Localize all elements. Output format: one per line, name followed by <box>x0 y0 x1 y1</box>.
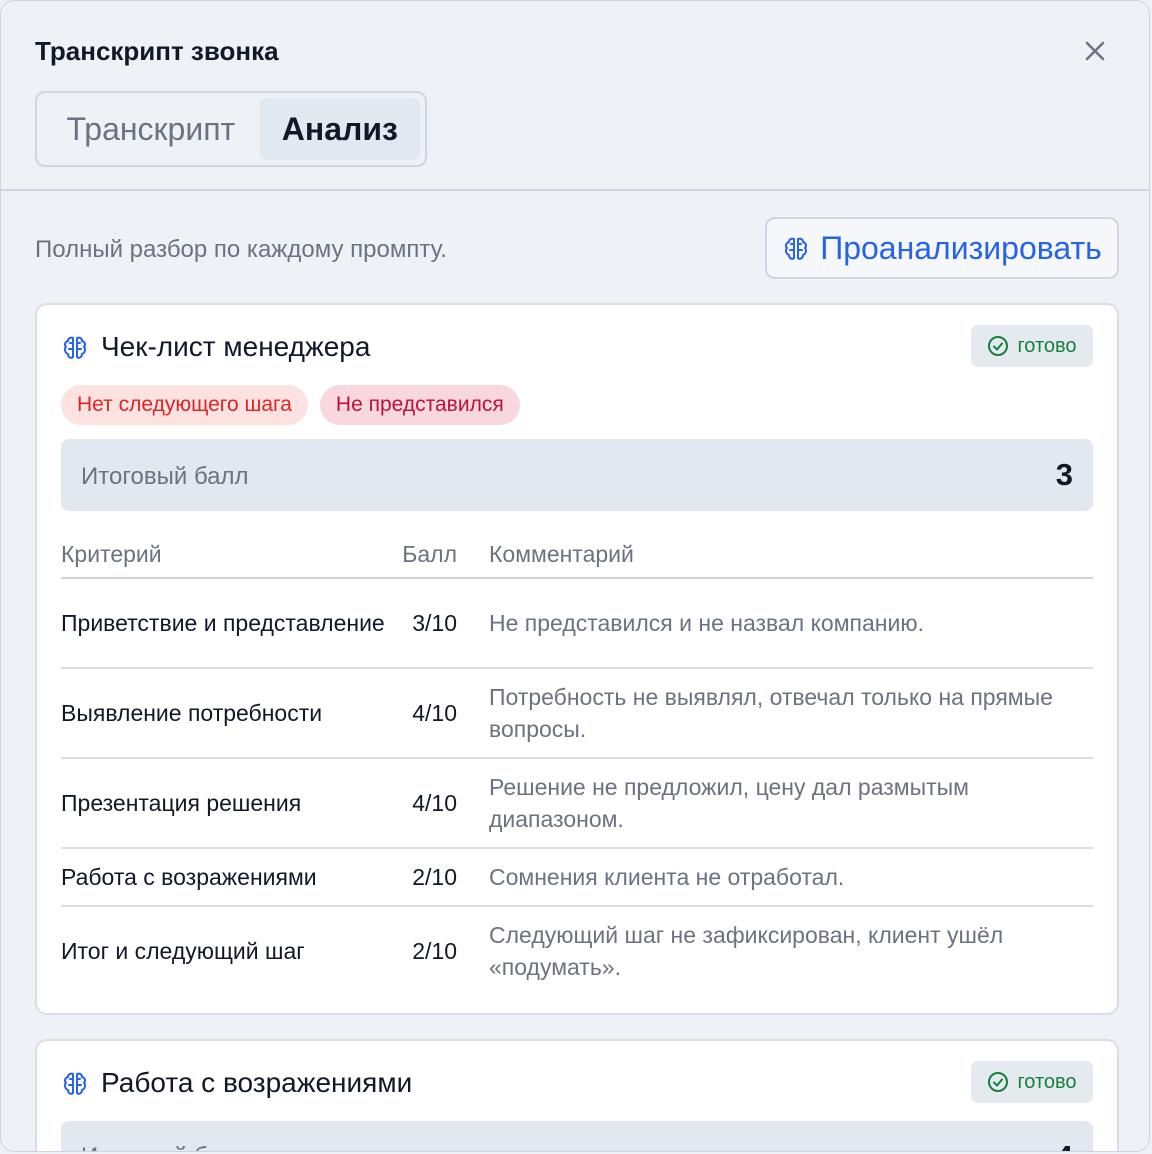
criterion-cell: Презентация решения <box>61 758 391 849</box>
analysis-content: Полный разбор по каждому промпту. Проана… <box>1 191 1149 1151</box>
check-circle-icon <box>988 1072 1009 1092</box>
issue-chip: Не представился <box>319 385 520 425</box>
comment-header: Комментарий <box>457 531 1093 579</box>
close-button[interactable] <box>1079 35 1111 67</box>
score-cell: 4/10 <box>391 668 457 759</box>
comment-cell: Решение не предложил, цену дал размытым … <box>457 758 1093 849</box>
criteria-table: Критерий Балл Комментарий Приветствие и … <box>61 531 1093 995</box>
score-cell: 2/10 <box>391 848 457 907</box>
analyze-button[interactable]: Проанализировать <box>765 217 1119 279</box>
check-circle-icon <box>988 336 1009 356</box>
table-row: Итог и следующий шаг 2/10 Следующий шаг … <box>61 906 1093 995</box>
modal-title: Транскрипт звонка <box>35 36 279 66</box>
status-badge: готово <box>971 325 1093 367</box>
issue-flags: Нет следующего шага Не представился <box>61 385 520 425</box>
comment-cell: Потребность не выявлял, отвечал только н… <box>457 668 1093 759</box>
table-row: Приветствие и представление 3/10 Не пред… <box>61 578 1093 669</box>
table-row: Работа с возражениями 2/10 Сомнения клие… <box>61 848 1093 907</box>
card-title: Чек-лист менеджера <box>101 331 371 362</box>
criterion-cell: Итог и следующий шаг <box>61 938 305 964</box>
issue-chip: Нет следующего шага <box>61 385 308 425</box>
card-title-row: Работа с возражениями <box>61 1067 412 1099</box>
total-score-label: Итоговый балл <box>81 1143 249 1151</box>
analyze-button-label: Проанализировать <box>820 229 1102 266</box>
status-label: готово <box>1017 334 1077 357</box>
modal-header: Транскрипт звонка Транскрипт Анализ <box>1 1 1149 191</box>
tab-transcript[interactable]: Транскрипт <box>42 98 260 160</box>
analysis-subtitle: Полный разбор по каждому промпту. <box>35 236 447 263</box>
criterion-header: Критерий <box>61 531 391 579</box>
score-cell: 4/10 <box>391 758 457 849</box>
table-row: Презентация решения 4/10 Решение не пред… <box>61 758 1093 849</box>
total-score-label: Итоговый балл <box>81 463 249 490</box>
close-icon <box>1085 41 1105 61</box>
call-transcript-modal: Транскрипт звонка Транскрипт Анализ Полн… <box>0 0 1150 1152</box>
total-score-panel: Итоговый балл 3 <box>61 439 1093 511</box>
tab-analysis[interactable]: Анализ <box>259 98 420 160</box>
comment-cell: Не представился и не назвал компанию. <box>457 578 1093 669</box>
brain-icon <box>63 1072 87 1095</box>
status-label: готово <box>1017 1070 1077 1093</box>
card-title-row: Чек-лист менеджера <box>61 331 370 363</box>
brain-icon <box>63 336 87 359</box>
status-badge: готово <box>971 1061 1093 1103</box>
table-row: Выявление потребности 4/10 Потребность н… <box>61 668 1093 759</box>
brain-icon <box>785 237 808 260</box>
table-header-row: Критерий Балл Комментарий <box>61 531 1093 579</box>
prompt-card-manager-checklist: Чек-лист менеджера готово Нет следующего… <box>35 303 1119 1015</box>
criterion-cell: Выявление потребности <box>61 668 391 759</box>
score-cell: 2/10 <box>412 938 457 964</box>
comment-cell: Следующий шаг не зафиксирован, клиент уш… <box>489 922 1004 980</box>
criterion-cell: Работа с возражениями <box>61 848 391 907</box>
total-score-value: 3 <box>1055 457 1073 492</box>
comment-cell: Сомнения клиента не отработал. <box>457 848 1093 907</box>
total-score-panel: Итоговый балл 4 <box>61 1121 1093 1151</box>
view-tabs: Транскрипт Анализ <box>35 91 427 167</box>
score-header: Балл <box>391 531 457 579</box>
criterion-cell: Приветствие и представление <box>61 578 391 669</box>
score-cell: 3/10 <box>391 578 457 669</box>
prompt-card-objection-handling: Работа с возражениями готово Итоговый ба… <box>35 1039 1119 1151</box>
total-score-value: 4 <box>1056 1139 1073 1151</box>
card-title: Работа с возражениями <box>101 1067 413 1098</box>
